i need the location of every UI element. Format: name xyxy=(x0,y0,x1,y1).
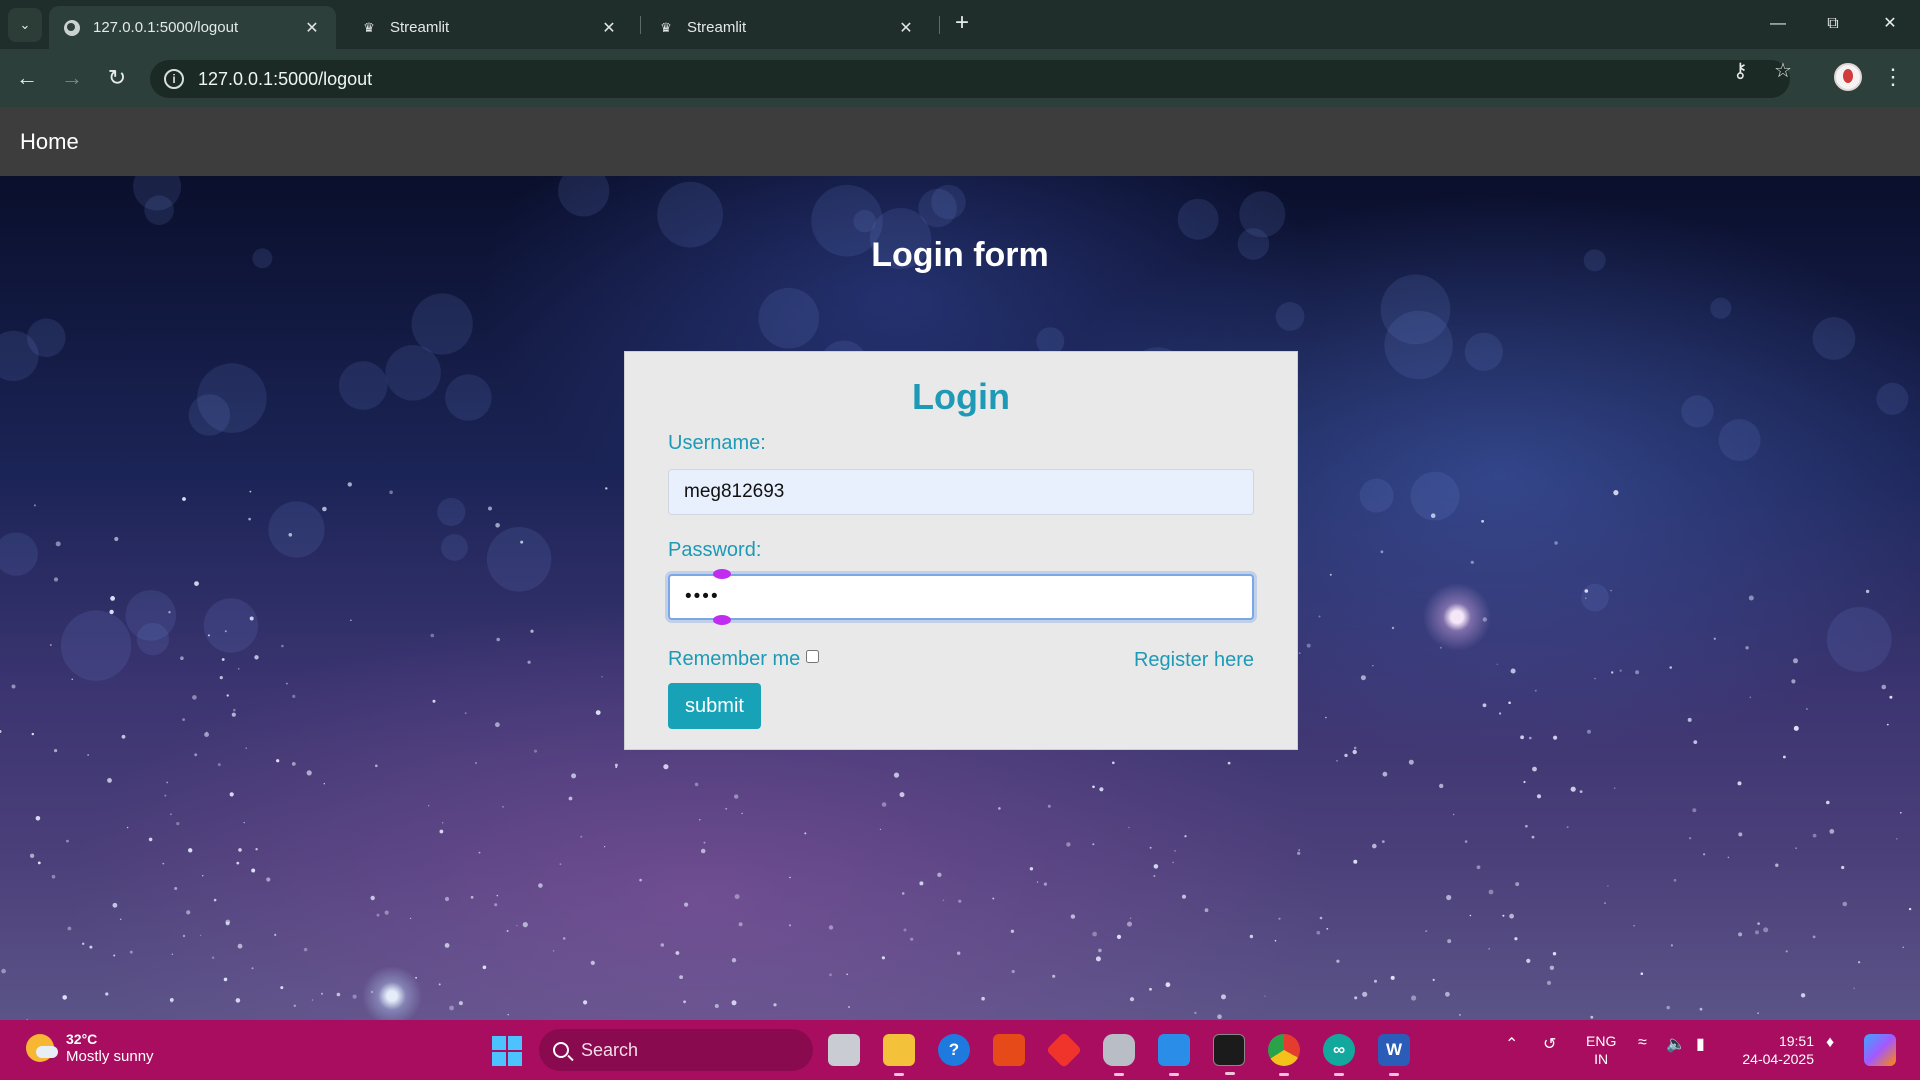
tab-title: 127.0.0.1:5000/logout xyxy=(93,19,239,36)
close-tab-icon[interactable]: ✕ xyxy=(599,18,619,38)
system-clock[interactable]: 19:51 24-04-2025 xyxy=(1738,1032,1814,1068)
tab-title: Streamlit xyxy=(687,19,747,36)
browser-tab-strip: ⌄ 127.0.0.1:5000/logout ✕ ♛ Streamlit ✕ … xyxy=(0,0,1920,49)
remember-me-row: Remember me xyxy=(668,648,820,671)
browser-toolbar: ← → ↻ i 127.0.0.1:5000/logout ⚷ ☆ ⋮ xyxy=(0,49,1920,107)
password-input[interactable] xyxy=(668,574,1254,620)
tab-streamlit-1[interactable]: ♛ Streamlit ✕ xyxy=(346,6,633,49)
close-window-icon[interactable]: ✕ xyxy=(1870,10,1910,38)
terminal-icon[interactable] xyxy=(1213,1034,1245,1075)
vscode-icon[interactable] xyxy=(1158,1034,1190,1076)
register-link[interactable]: Register here xyxy=(1134,649,1254,672)
tab-search-chevron-icon[interactable]: ⌄ xyxy=(8,8,42,42)
wifi-icon[interactable]: ≈ xyxy=(1638,1034,1647,1052)
login-card: Login Username: Password: Remember me Re… xyxy=(624,351,1298,750)
url-text: 127.0.0.1:5000/logout xyxy=(198,68,373,89)
battery-icon[interactable]: ▮ xyxy=(1696,1034,1705,1054)
language-indicator[interactable]: ENG IN xyxy=(1586,1032,1616,1068)
profile-avatar[interactable] xyxy=(1834,63,1862,91)
close-tab-icon[interactable]: ✕ xyxy=(896,18,916,38)
help-icon[interactable]: ? xyxy=(938,1034,970,1066)
weather-temperature: 32°C xyxy=(66,1031,98,1047)
sync-icon[interactable]: ↺ xyxy=(1543,1034,1556,1054)
more-menu-icon[interactable]: ⋮ xyxy=(1882,63,1904,91)
remember-me-label: Remember me xyxy=(668,648,801,670)
streamlit-crown-icon: ♛ xyxy=(363,19,375,35)
taskbar-search[interactable]: Search xyxy=(539,1029,813,1071)
language-code: ENG xyxy=(1586,1033,1617,1049)
close-tab-icon[interactable]: ✕ xyxy=(302,18,322,38)
page-content: Login form Login Username: Password: Rem… xyxy=(0,176,1920,1020)
chrome-icon[interactable] xyxy=(1268,1034,1300,1076)
password-key-icon[interactable]: ⚷ xyxy=(1733,58,1748,83)
password-label: Password: xyxy=(668,539,762,561)
site-navbar: Home xyxy=(0,107,1920,176)
arduino-icon[interactable]: ∞ xyxy=(1323,1034,1355,1076)
copilot-icon[interactable] xyxy=(1864,1034,1896,1066)
forward-arrow-icon[interactable]: → xyxy=(57,64,87,94)
page-title: Login form xyxy=(871,236,1049,274)
bookmark-star-icon[interactable]: ☆ xyxy=(1774,58,1792,83)
office-icon[interactable] xyxy=(993,1034,1025,1066)
clock-date: 24-04-2025 xyxy=(1742,1051,1814,1067)
task-view-icon[interactable] xyxy=(828,1034,860,1066)
windows-start-icon[interactable] xyxy=(492,1036,522,1066)
tab-title: Streamlit xyxy=(390,19,450,36)
region-code: IN xyxy=(1594,1051,1609,1067)
globe-icon xyxy=(63,19,81,37)
volume-icon[interactable]: 🔈 xyxy=(1666,1034,1686,1054)
username-input[interactable] xyxy=(668,469,1254,515)
back-arrow-icon[interactable]: ← xyxy=(12,64,42,94)
reload-icon[interactable]: ↻ xyxy=(102,64,132,94)
tab-separator xyxy=(640,16,641,34)
submit-button[interactable]: submit xyxy=(668,683,761,729)
streamlit-crown-icon: ♛ xyxy=(660,19,672,35)
search-icon xyxy=(553,1042,569,1058)
login-heading: Login xyxy=(912,376,1010,417)
clock-time: 19:51 xyxy=(1778,1033,1814,1049)
partly-sunny-icon xyxy=(26,1034,58,1062)
tab-separator xyxy=(939,16,940,34)
address-bar[interactable]: i 127.0.0.1:5000/logout xyxy=(150,60,1790,98)
nav-home-link[interactable]: Home xyxy=(20,129,79,155)
tab-streamlit-2[interactable]: ♛ Streamlit ✕ xyxy=(643,6,930,49)
site-info-icon[interactable]: i xyxy=(164,69,184,89)
restore-icon[interactable]: ⧉ xyxy=(1813,10,1853,38)
windows-taskbar: 32°C Mostly sunny Search ? ∞ W ⌃ ↺ ENG I… xyxy=(0,1020,1920,1080)
weather-description: Mostly sunny xyxy=(66,1048,154,1065)
word-icon[interactable]: W xyxy=(1378,1034,1410,1076)
username-label: Username: xyxy=(668,432,766,454)
text-cursor-handle-top xyxy=(713,569,731,579)
new-tab-plus-icon[interactable]: + xyxy=(950,11,974,36)
database-icon[interactable] xyxy=(1103,1034,1135,1076)
git-icon[interactable] xyxy=(1045,1031,1083,1069)
weather-widget[interactable]: 32°C Mostly sunny xyxy=(26,1030,154,1066)
taskbar-search-label: Search xyxy=(581,1039,639,1060)
minimize-icon[interactable]: — xyxy=(1758,10,1798,38)
notification-bell-icon[interactable]: ♦ xyxy=(1826,1034,1834,1052)
remember-me-checkbox[interactable] xyxy=(806,650,820,663)
tray-chevron-up-icon[interactable]: ⌃ xyxy=(1505,1034,1518,1054)
text-cursor-handle-bottom xyxy=(713,615,731,625)
file-explorer-icon[interactable] xyxy=(883,1034,915,1076)
tab-logout[interactable]: 127.0.0.1:5000/logout ✕ xyxy=(49,6,336,49)
